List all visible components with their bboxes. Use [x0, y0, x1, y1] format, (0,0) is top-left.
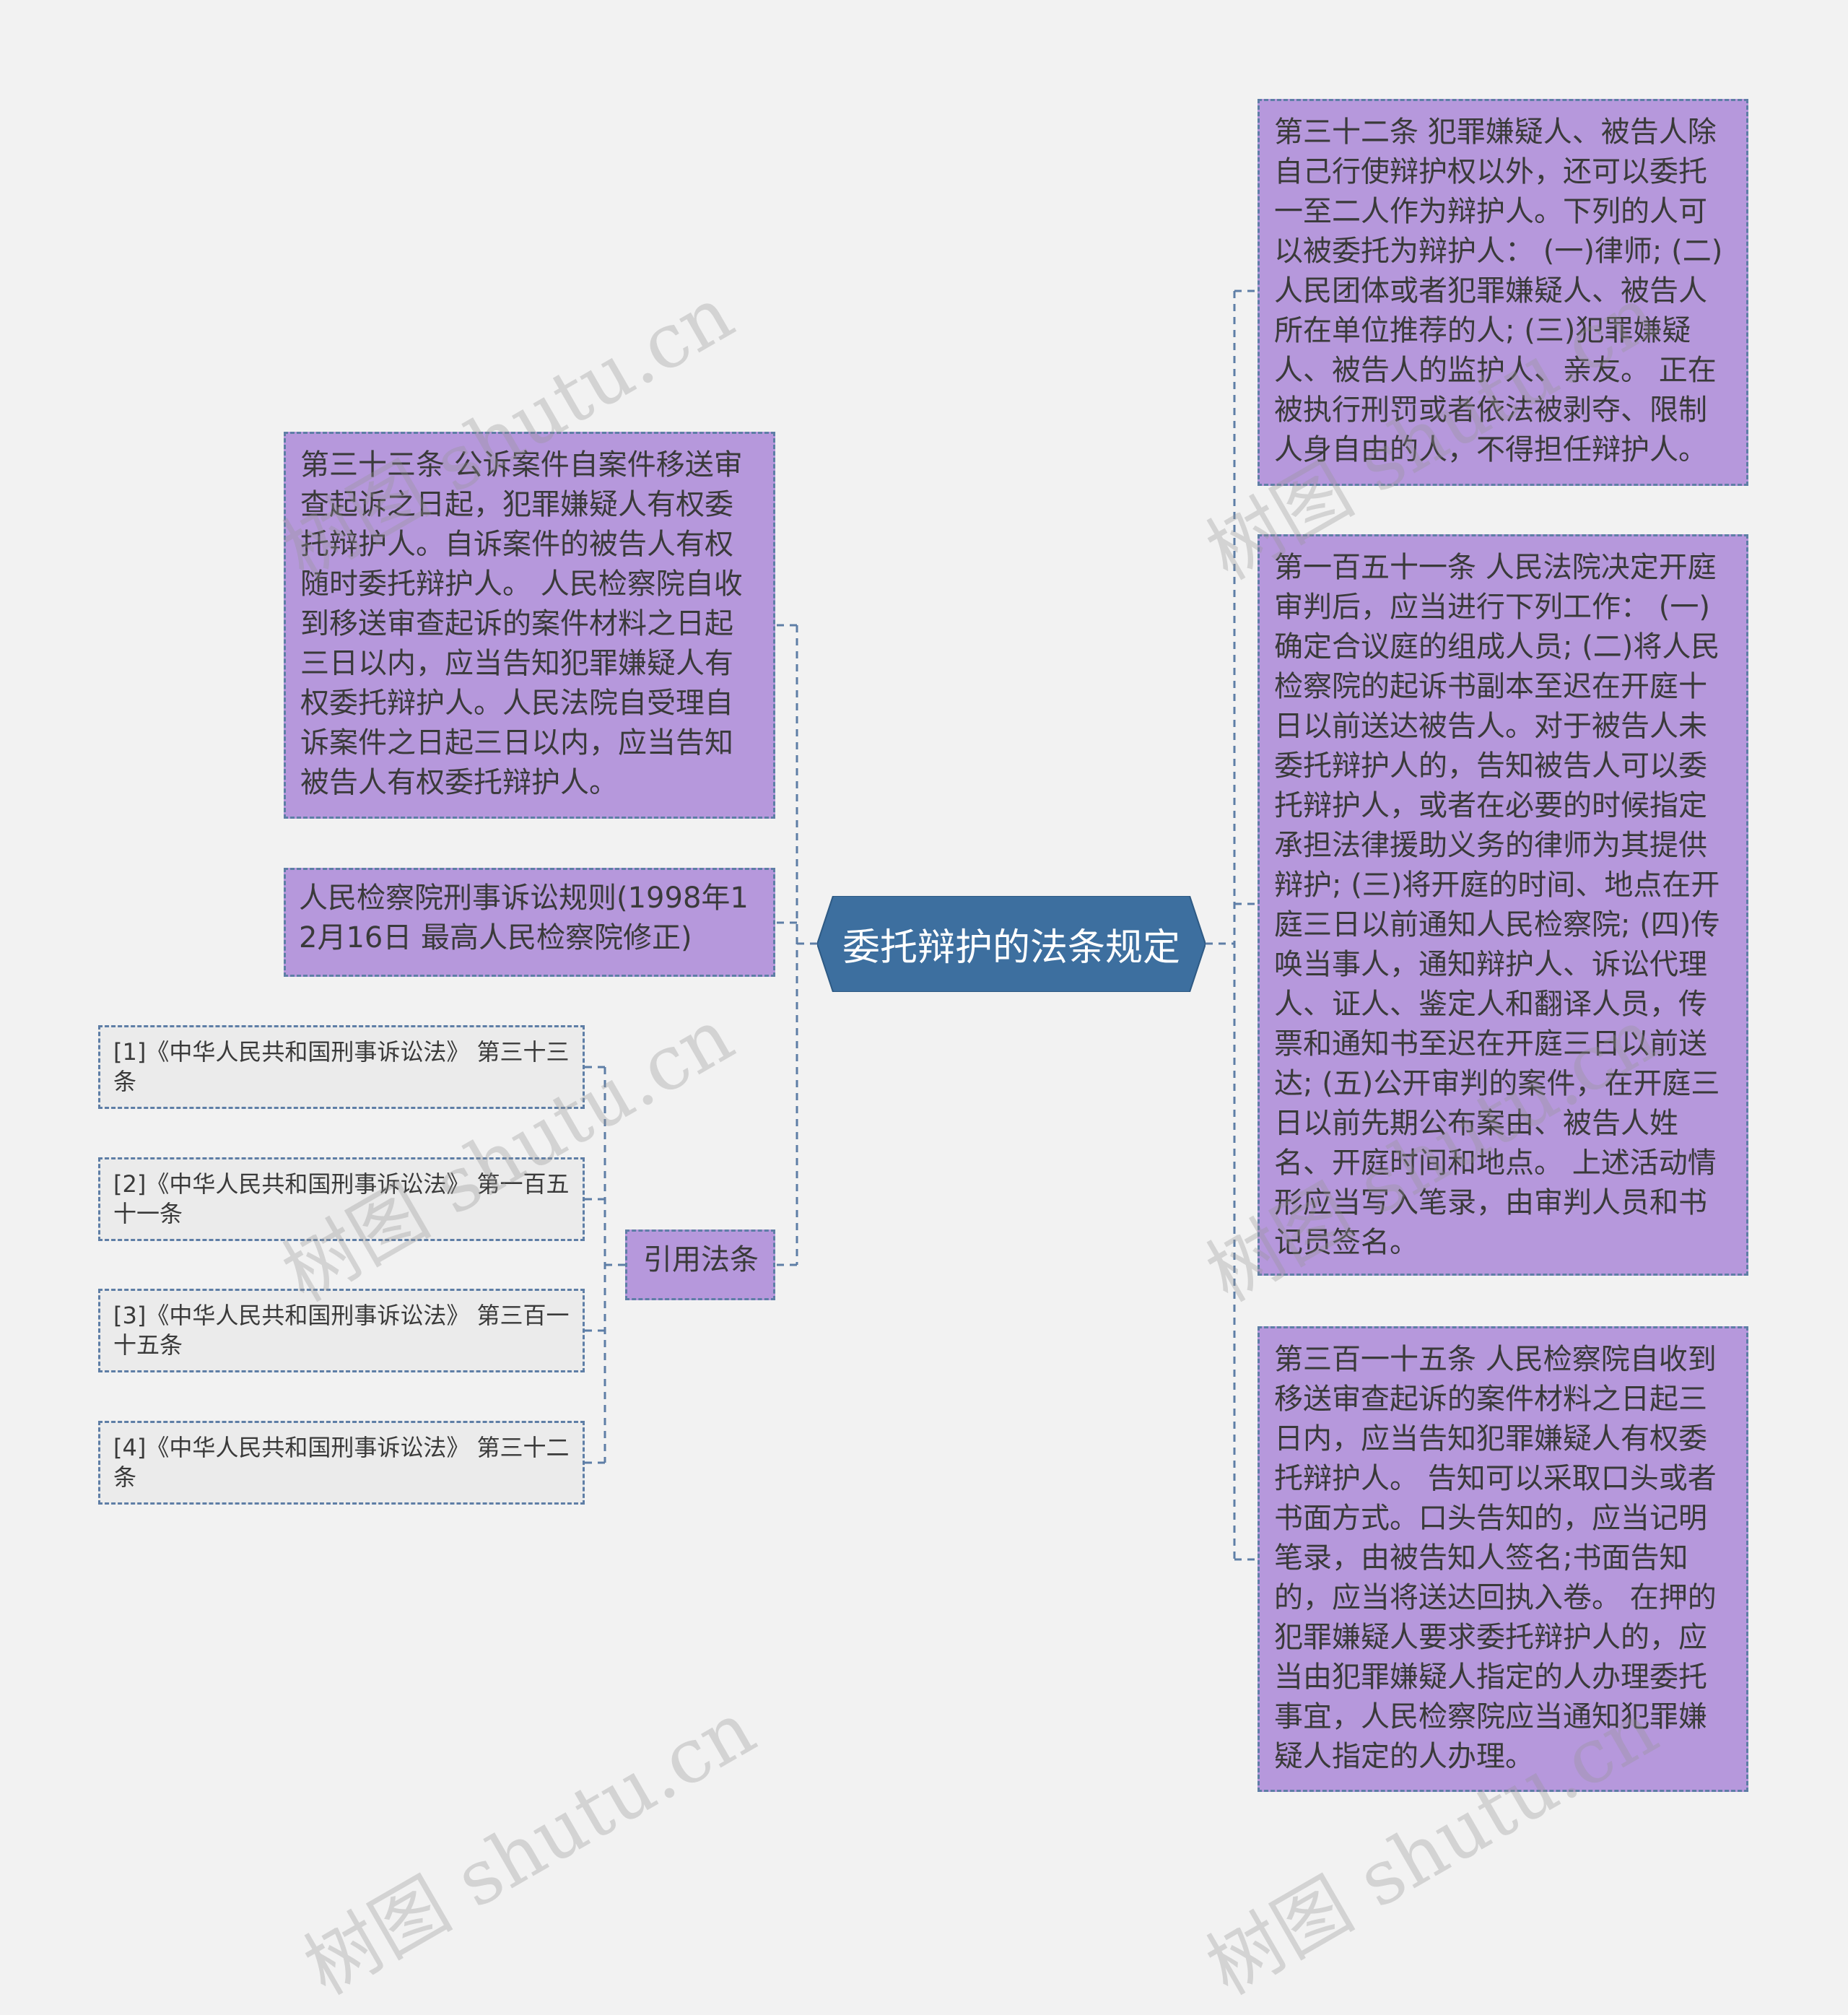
node-article-151-text: 第一百五十一条 人民法院决定开庭审判后，应当进行下列工作： (一)确定合议庭的组…: [1274, 551, 1720, 1259]
node-citations[interactable]: 引用法条: [625, 1230, 775, 1300]
ref-item-3-text: [3]《中华人民共和国刑事诉讼法》 第三百一十五条: [113, 1302, 570, 1359]
node-article-315-text: 第三百一十五条 人民检察院自收到移送审查起诉的案件材料之日起三日内，应当告知犯罪…: [1274, 1343, 1717, 1773]
node-article-32-text: 第三十二条 犯罪嫌疑人、被告人除自己行使辩护权以外，还可以委托一至二人作为辩护人…: [1274, 116, 1723, 466]
ref-item-3[interactable]: [3]《中华人民共和国刑事诉讼法》 第三百一十五条: [98, 1289, 585, 1372]
ref-item-2[interactable]: [2]《中华人民共和国刑事诉讼法》 第一百五十一条: [98, 1157, 585, 1241]
ref-item-1[interactable]: [1]《中华人民共和国刑事诉讼法》 第三十三条: [98, 1025, 585, 1109]
ref-item-4[interactable]: [4]《中华人民共和国刑事诉讼法》 第三十二条: [98, 1421, 585, 1505]
node-procuratorate-rules-text: 人民检察院刑事诉讼规则(1998年12月16日 最高人民检察院修正): [299, 882, 749, 954]
node-article-151[interactable]: 第一百五十一条 人民法院决定开庭审判后，应当进行下列工作： (一)确定合议庭的组…: [1258, 534, 1748, 1276]
mind-map-canvas: 委托辩护的法条规定 第三十二条 犯罪嫌疑人、被告人除自己行使辩护权以外，还可以委…: [0, 0, 1848, 2011]
node-article-32[interactable]: 第三十二条 犯罪嫌疑人、被告人除自己行使辩护权以外，还可以委托一至二人作为辩护人…: [1258, 99, 1748, 486]
ref-item-1-text: [1]《中华人民共和国刑事诉讼法》 第三十三条: [113, 1038, 570, 1095]
node-article-33-text: 第三十三条 公诉案件自案件移送审查起诉之日起，犯罪嫌疑人有权委托辩护人。自诉案件…: [300, 448, 743, 799]
ref-item-4-text: [4]《中华人民共和国刑事诉讼法》 第三十二条: [113, 1434, 570, 1491]
node-procuratorate-rules[interactable]: 人民检察院刑事诉讼规则(1998年12月16日 最高人民检察院修正): [284, 868, 775, 977]
root-node-title: 委托辩护的法条规定: [842, 926, 1180, 970]
ref-item-2-text: [2]《中华人民共和国刑事诉讼法》 第一百五十一条: [113, 1170, 570, 1227]
node-article-33[interactable]: 第三十三条 公诉案件自案件移送审查起诉之日起，犯罪嫌疑人有权委托辩护人。自诉案件…: [284, 432, 775, 819]
root-node[interactable]: 委托辩护的法条规定: [817, 896, 1206, 992]
node-article-315[interactable]: 第三百一十五条 人民检察院自收到移送审查起诉的案件材料之日起三日内，应当告知犯罪…: [1258, 1326, 1748, 1792]
node-citations-label: 引用法条: [643, 1243, 759, 1276]
